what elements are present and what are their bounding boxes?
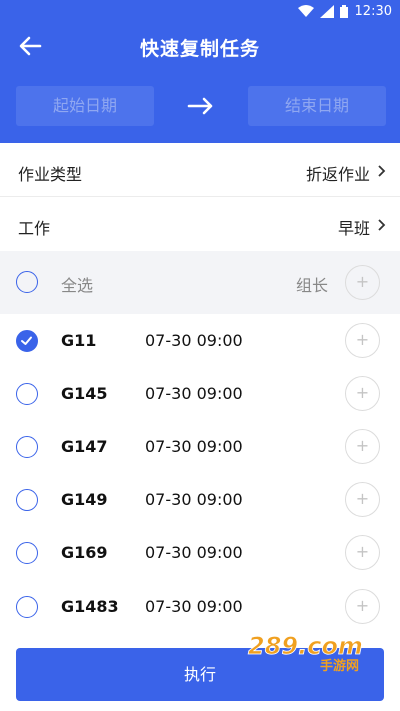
train-time: 07-30 09:00 — [145, 331, 243, 350]
list-item[interactable]: G169 07-30 09:00 + — [0, 526, 400, 579]
status-time: 12:30 — [354, 4, 392, 19]
job-type-value: 折返作业 — [305, 165, 370, 184]
wifi-icon — [298, 5, 314, 17]
list-item[interactable]: G145 07-30 09:00 + — [0, 367, 400, 420]
train-number: G147 — [61, 437, 108, 456]
add-button[interactable]: + — [345, 323, 380, 358]
item-checkbox[interactable] — [16, 542, 38, 564]
chevron-right-icon — [378, 165, 386, 177]
train-number: G11 — [61, 331, 97, 350]
add-button[interactable]: + — [345, 589, 380, 624]
add-group-leader-button[interactable]: + — [345, 265, 380, 300]
work-label: 工作 — [18, 219, 51, 238]
work-row[interactable]: 工作 早班 — [0, 197, 400, 251]
train-time: 07-30 09:00 — [145, 384, 243, 403]
list-item[interactable]: G1483 07-30 09:00 + — [0, 579, 400, 632]
end-date-button[interactable]: 结束日期 — [248, 86, 386, 126]
list-item[interactable]: G149 07-30 09:00 + — [0, 473, 400, 526]
work-value: 早班 — [337, 219, 370, 238]
item-checkbox[interactable] — [16, 436, 38, 458]
train-number: G149 — [61, 490, 108, 509]
watermark-logo: 289.com 手游网 — [248, 632, 364, 674]
watermark-text: 289.com — [248, 632, 363, 660]
add-button[interactable]: + — [345, 482, 380, 517]
right-arrow-icon — [187, 97, 213, 115]
chevron-right-icon — [378, 219, 386, 231]
signal-icon — [320, 5, 334, 18]
watermark-subtext: 手游网 — [320, 658, 359, 674]
select-all-label: 全选 — [61, 276, 94, 295]
train-time: 07-30 09:00 — [145, 490, 243, 509]
status-bar: 12:30 — [0, 0, 400, 24]
page-title: 快速复制任务 — [139, 38, 260, 60]
select-all-checkbox[interactable] — [16, 271, 38, 293]
item-checkbox[interactable] — [16, 383, 38, 405]
train-time: 07-30 09:00 — [145, 437, 243, 456]
group-leader-label: 组长 — [296, 276, 329, 295]
train-number: G1483 — [61, 597, 119, 616]
train-number: G145 — [61, 384, 108, 403]
train-list: G11 07-30 09:00 + G145 07-30 09:00 + G14… — [0, 314, 400, 639]
list-item[interactable]: G147 07-30 09:00 + — [0, 420, 400, 473]
job-type-label: 作业类型 — [18, 165, 83, 184]
item-checkbox[interactable] — [16, 596, 38, 618]
item-checkbox[interactable] — [16, 489, 38, 511]
start-date-button[interactable]: 起始日期 — [16, 86, 154, 126]
item-checkbox-checked[interactable] — [16, 330, 38, 352]
job-type-row[interactable]: 作业类型 折返作业 — [0, 143, 400, 196]
add-button[interactable]: + — [345, 429, 380, 464]
train-time: 07-30 09:00 — [145, 543, 243, 562]
list-item[interactable]: G11 07-30 09:00 + — [0, 314, 400, 367]
app-header: 快速复制任务 起始日期 结束日期 — [0, 24, 400, 143]
select-all-row: 全选 组长 + — [0, 251, 400, 314]
battery-icon — [340, 5, 348, 18]
add-button[interactable]: + — [345, 535, 380, 570]
train-number: G169 — [61, 543, 108, 562]
check-icon — [21, 336, 32, 345]
train-time: 07-30 09:00 — [145, 597, 243, 616]
add-button[interactable]: + — [345, 376, 380, 411]
